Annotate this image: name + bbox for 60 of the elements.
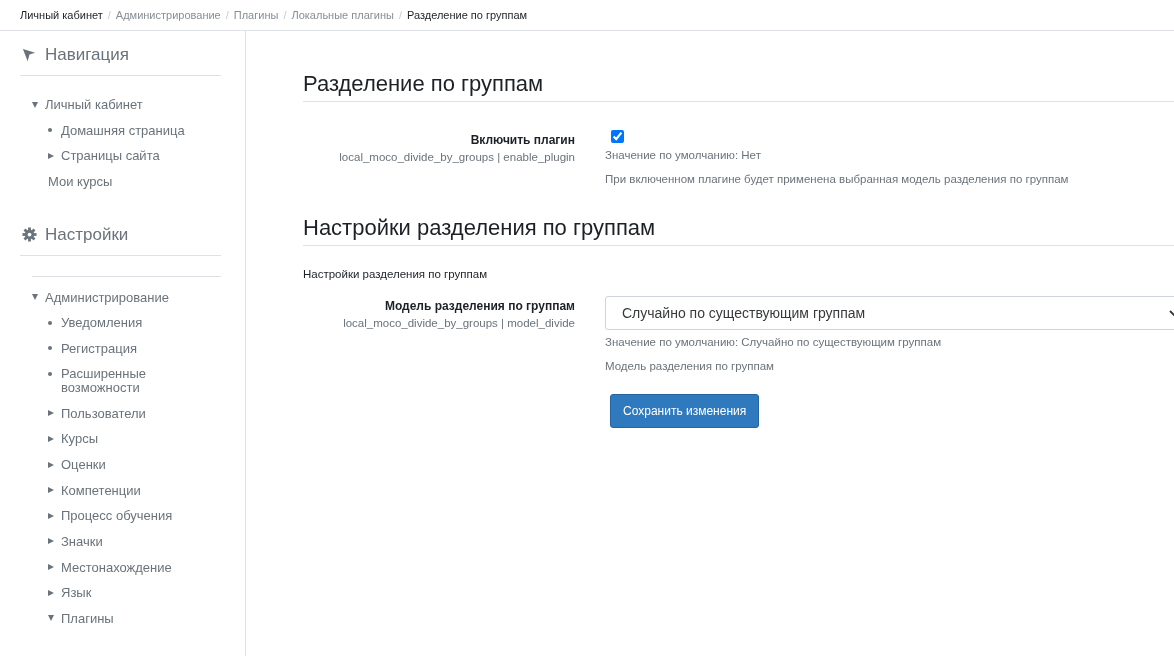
setting-id: local_moco_divide_by_groups | model_divide — [342, 317, 575, 329]
bullet-icon — [48, 320, 52, 325]
block-title: Навигация — [45, 45, 129, 65]
breadcrumb-separator: / — [283, 9, 287, 21]
breadcrumb-link[interactable]: Локальные плагины — [291, 9, 394, 21]
pointer-icon — [22, 47, 37, 63]
bullet-icon — [48, 372, 52, 376]
nav-item[interactable]: Курсы — [61, 432, 98, 447]
bullet-icon — [48, 128, 52, 133]
breadcrumb-separator: / — [107, 9, 111, 21]
section-heading: Настройки разделения по группам — [303, 215, 1174, 246]
setting-description: Модель разделения по группам — [605, 360, 774, 372]
breadcrumb-current: Разделение по группам — [406, 9, 528, 21]
default-value-note: Значение по умолчанию: Случайно по существующим группам — [605, 336, 942, 348]
caret-down-icon[interactable] — [32, 294, 38, 301]
nav-item[interactable]: Оценки — [61, 458, 106, 472]
nav-item[interactable]: Мои курсы — [48, 174, 113, 189]
nav-item[interactable]: Процесс обучения — [61, 509, 173, 523]
caret-right-icon[interactable] — [48, 435, 54, 442]
setting-description: При включенном плагине будет применена выбранная модель разделения по группам — [605, 173, 1069, 185]
breadcrumb-separator: / — [225, 9, 229, 21]
save-button[interactable]: Сохранить изменения — [610, 394, 760, 428]
nav-item[interactable]: Пользователи — [61, 406, 146, 421]
caret-right-icon[interactable] — [48, 152, 54, 159]
nav-item[interactable]: Администрирование — [45, 290, 169, 305]
nav-item[interactable]: Уведомления — [61, 316, 143, 330]
settings-icon — [22, 227, 37, 243]
block-title: Настройки — [45, 224, 129, 245]
caret-right-icon[interactable] — [48, 461, 54, 468]
breadcrumb-link[interactable]: Плагины — [233, 9, 279, 21]
caret-right-icon[interactable] — [48, 512, 54, 519]
nav-item[interactable]: Расширенные возможности — [61, 367, 191, 395]
default-value-note: Значение по умолчанию: Нет — [605, 149, 761, 161]
nav-item[interactable]: Компетенции — [61, 483, 141, 498]
nav-item[interactable]: Страницы сайта — [61, 149, 160, 163]
caret-right-icon[interactable] — [48, 589, 54, 596]
caret-right-icon[interactable] — [48, 538, 54, 545]
caret-down-icon[interactable] — [48, 615, 54, 622]
nav-item[interactable]: Местонахождение — [61, 560, 172, 575]
setting-label: Включить плагин — [469, 133, 575, 147]
nav-item[interactable]: Регистрация — [61, 341, 137, 356]
section-intro: Настройки разделения по группам — [303, 268, 489, 280]
nav-item[interactable]: Плагины — [61, 611, 114, 626]
caret-right-icon[interactable] — [48, 487, 54, 494]
nav-item[interactable]: Значки — [61, 534, 103, 549]
section-heading: Разделение по группам — [303, 71, 1174, 102]
caret-right-icon[interactable] — [48, 410, 54, 417]
caret-down-icon[interactable] — [32, 101, 38, 108]
setting-id: local_moco_divide_by_groups | enable_plugin — [338, 151, 575, 163]
setting-label: Модель разделения по группам — [383, 299, 575, 313]
nav-item[interactable]: Домашняя страница — [61, 123, 185, 138]
breadcrumb-link[interactable]: Личный кабинет — [20, 9, 103, 21]
bullet-icon — [48, 346, 52, 351]
breadcrumb-link[interactable]: Администрирование — [115, 9, 221, 21]
select-field[interactable]: Случайно по существующим группам — [605, 296, 1174, 330]
nav-item[interactable]: Личный кабинет — [45, 98, 143, 112]
enable-checkbox[interactable] — [611, 130, 624, 143]
breadcrumb-separator: / — [398, 9, 402, 21]
nav-item[interactable]: Язык — [61, 586, 92, 600]
caret-right-icon[interactable] — [48, 564, 54, 571]
